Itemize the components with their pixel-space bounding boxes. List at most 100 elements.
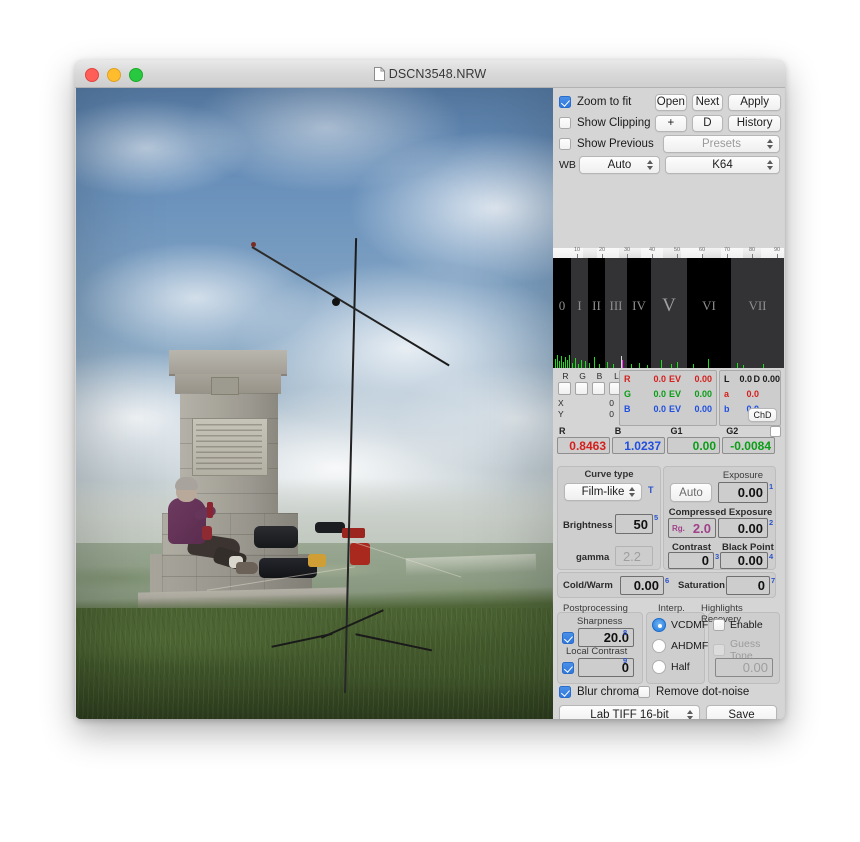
- show-previous-checkbox[interactable]: Show Previous: [559, 138, 663, 150]
- ruler-tick: 60: [698, 247, 706, 253]
- wb-label: WB: [559, 159, 576, 171]
- saturation-input[interactable]: 0: [726, 576, 770, 595]
- blur-chroma-row[interactable]: Blur chroma: [559, 686, 639, 698]
- output-format-dropdown[interactable]: Lab TIFF 16-bit: [559, 705, 700, 719]
- show-clipping-checkbox[interactable]: Show Clipping: [559, 117, 655, 129]
- wb-row: WB Auto K64: [559, 156, 781, 174]
- y-value: 0: [609, 408, 614, 419]
- chd-button[interactable]: ChD: [748, 408, 777, 422]
- local-contrast-label: Local Contrast: [566, 646, 628, 657]
- channel-header-g: G: [579, 371, 586, 381]
- controls-panel: Zoom to fit Open Next Apply Show Clippin…: [553, 88, 784, 719]
- ruler-tick: 40: [648, 247, 656, 253]
- image-preview[interactable]: [76, 88, 553, 719]
- antenna-tip: [251, 242, 256, 247]
- black-point-input[interactable]: 0.00: [720, 552, 768, 569]
- curve-type-dropdown[interactable]: Film-like: [564, 483, 642, 501]
- gamma-label: gamma: [576, 552, 610, 563]
- rgb-row-b: B 0.0 EV 0.00: [624, 403, 712, 414]
- chevron-updown-icon: [687, 709, 693, 719]
- brightness-input[interactable]: 50: [615, 514, 653, 534]
- zone-VII[interactable]: VII: [731, 258, 784, 353]
- raw-value-g2[interactable]: -0.0084: [722, 437, 775, 454]
- compressed-rg-input[interactable]: Rg. 2.0: [668, 518, 716, 538]
- save-button[interactable]: Save: [706, 705, 777, 719]
- checkbox-box[interactable]: [559, 138, 571, 150]
- raw-multiplier-headers: R B G1 G2: [557, 426, 780, 436]
- exposure-input[interactable]: 0.00: [718, 482, 768, 503]
- y-label: Y: [558, 408, 564, 419]
- zone-IV[interactable]: IV: [627, 258, 651, 353]
- auto-exposure-button[interactable]: Auto: [670, 483, 712, 502]
- remove-dot-noise-label: Remove dot-noise: [656, 686, 750, 698]
- ruler-tick: 20: [598, 247, 606, 253]
- channel-toggle-r[interactable]: [558, 382, 571, 395]
- curve-tone-badge[interactable]: T: [648, 485, 654, 495]
- interp-option-half[interactable]: Half: [652, 660, 690, 674]
- ruler-tick: 90: [773, 247, 781, 253]
- profile-dropdown[interactable]: K64: [665, 156, 780, 174]
- lab-row-a: a 0.0: [724, 388, 759, 399]
- highlights-enable-label: Enable: [730, 619, 763, 631]
- rg-value: 2.0: [692, 520, 711, 536]
- compressed-exposure-input[interactable]: 0.00: [718, 518, 768, 538]
- next-button[interactable]: Next: [691, 93, 724, 111]
- local-contrast-checkbox[interactable]: [562, 661, 574, 674]
- highlights-enable-row[interactable]: Enable: [713, 619, 763, 631]
- plus-button[interactable]: +: [655, 114, 687, 132]
- window-titlebar[interactable]: DSCN3548.NRW: [75, 60, 785, 88]
- lab-row-l: L 0.0 D 0.00: [724, 373, 780, 384]
- apply-button[interactable]: Apply: [728, 93, 782, 111]
- checkbox-box[interactable]: [559, 117, 571, 129]
- raw-lock-checkbox[interactable]: [770, 426, 781, 437]
- zone-I[interactable]: I: [571, 258, 588, 353]
- raw-value-b[interactable]: 1.0237: [612, 437, 665, 454]
- raw-value-g1[interactable]: 0.00: [667, 437, 720, 454]
- person-hair: [175, 477, 198, 490]
- radio-ahdmf[interactable]: [652, 639, 666, 653]
- gamma-input[interactable]: 2.2: [615, 546, 653, 566]
- lab-readout-table: L 0.0 D 0.00 a 0.0 b 0.0: [719, 370, 781, 426]
- rgb-row-r: R 0.0 EV 0.00: [624, 373, 712, 384]
- interp-half-label: Half: [671, 661, 690, 673]
- sharpness-checkbox[interactable]: [562, 631, 574, 644]
- exposure-group: Exposure Auto 0.00 1 Compressed Exposure…: [663, 466, 776, 570]
- exposure-label: Exposure: [722, 470, 763, 481]
- saturation-label: Saturation: [678, 580, 725, 591]
- zone-0[interactable]: 0: [553, 258, 571, 353]
- zone-III[interactable]: III: [605, 258, 627, 353]
- channel-header-r: R: [562, 371, 569, 381]
- remove-dot-noise-checkbox[interactable]: [638, 686, 650, 698]
- interp-option-ahdmf[interactable]: AHDMF: [652, 639, 708, 653]
- channel-toggle-b[interactable]: [592, 382, 605, 395]
- history-button[interactable]: History: [728, 114, 782, 132]
- top-controls: Zoom to fit Open Next Apply Show Clippin…: [559, 93, 782, 177]
- contrast-input[interactable]: 0: [668, 552, 714, 569]
- compressed-exposure-label: Compressed Exposure: [668, 507, 773, 518]
- zone-VI[interactable]: VI: [687, 258, 731, 353]
- d-button[interactable]: D: [691, 114, 724, 132]
- window-title-group: DSCN3548.NRW: [75, 60, 785, 87]
- radio-vcdmf[interactable]: [652, 618, 666, 632]
- wb-dropdown[interactable]: Auto: [579, 156, 660, 174]
- remove-dot-noise-row[interactable]: Remove dot-noise: [638, 686, 749, 698]
- zone-V[interactable]: V: [651, 258, 687, 353]
- cursor-coordinates: X 0 Y 0: [558, 398, 623, 419]
- interp-ahdmf-label: AHDMF: [671, 640, 709, 652]
- guess-tone-checkbox[interactable]: [713, 644, 725, 656]
- checkbox-box[interactable]: [559, 96, 571, 108]
- cold-warm-input[interactable]: 0.00: [620, 576, 664, 595]
- zoom-to-fit-checkbox[interactable]: Zoom to fit: [559, 96, 655, 108]
- show-clipping-label: Show Clipping: [577, 117, 651, 129]
- highlights-enable-checkbox[interactable]: [713, 619, 725, 631]
- highlights-value-input[interactable]: 0.00: [715, 658, 773, 677]
- raw-value-r[interactable]: 0.8463: [557, 437, 610, 454]
- presets-dropdown[interactable]: Presets: [663, 135, 780, 153]
- zone-bar[interactable]: 0 I II III IV V VI VII: [553, 258, 784, 353]
- open-button[interactable]: Open: [655, 93, 687, 111]
- blur-chroma-checkbox[interactable]: [559, 686, 571, 698]
- channel-toggle-g[interactable]: [575, 382, 588, 395]
- interp-option-vcdmf[interactable]: VCDMF: [652, 618, 708, 632]
- radio-half[interactable]: [652, 660, 666, 674]
- zone-II[interactable]: II: [588, 258, 605, 353]
